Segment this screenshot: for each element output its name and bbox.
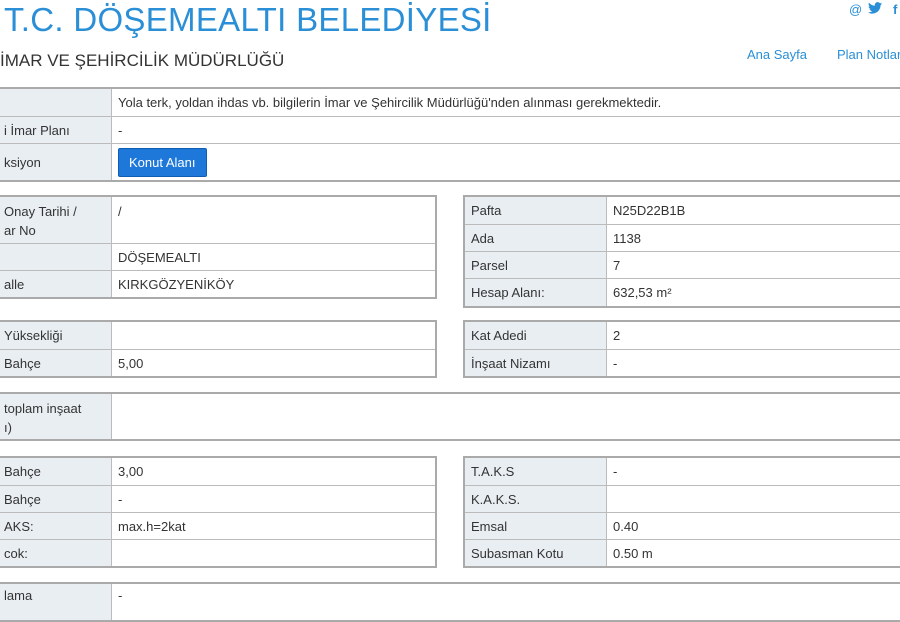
- parcel-value: 7: [613, 257, 621, 273]
- district-value: DÖŞEMEALTI: [118, 249, 201, 265]
- label-line-2: ı): [4, 420, 12, 435]
- road-notice-text: Yola terk, yoldan ihdas vb. bilgilerin İ…: [118, 95, 662, 110]
- row-value: Konut Alanı: [112, 144, 900, 180]
- row-label: K.A.K.S.: [465, 486, 607, 512]
- setback-table: Bahçe 3,00 Bahçe - AKS: max.h=2kat cok:: [0, 456, 437, 568]
- row-label: [0, 89, 112, 116]
- basement-level-value: 0.50 m: [613, 545, 653, 561]
- twitter-icon[interactable]: [868, 2, 882, 17]
- row-label: i İmar Planı: [0, 117, 112, 143]
- row-value: -: [118, 491, 123, 507]
- height-table: Yüksekliği Bahçe 5,00: [0, 320, 437, 378]
- row-value: -: [118, 588, 123, 603]
- zoning-function-button[interactable]: Konut Alanı: [118, 147, 207, 177]
- row-label: Bahçe: [0, 458, 112, 485]
- sheet-value: N25D22B1B: [613, 203, 686, 218]
- notes-table: lama -: [0, 582, 900, 622]
- row-label: Bahçe: [0, 486, 112, 512]
- table-row: Emsal 0.40: [465, 512, 900, 539]
- label-line-2: ar No: [4, 223, 36, 238]
- table-row: Hesap Alanı: 632,53 m²: [465, 278, 900, 306]
- nav-home-link[interactable]: Ana Sayfa: [747, 47, 807, 62]
- row-label: Hesap Alanı:: [465, 279, 607, 306]
- table-row: lama -: [0, 584, 900, 620]
- building-order-value: -: [613, 355, 618, 371]
- table-row: Bahçe 5,00: [0, 349, 435, 376]
- parcel-location-table: Onay Tarihi / ar No / DÖŞEMEALTI alle KI…: [0, 195, 437, 299]
- table-row: Ada 1138: [465, 224, 900, 251]
- total-construction-table: toplam inşaat ı): [0, 392, 900, 441]
- row-label: toplam inşaat ı): [0, 394, 112, 439]
- table-row: Yola terk, yoldan ihdas vb. bilgilerin İ…: [0, 89, 900, 116]
- row-label: T.A.K.S: [465, 458, 607, 485]
- row-label: lama: [0, 584, 112, 620]
- facebook-icon[interactable]: f: [893, 2, 897, 17]
- row-value: max.h=2kat: [118, 518, 186, 534]
- table-row: ksiyon Konut Alanı: [0, 143, 900, 180]
- parcel-id-table: Pafta N25D22B1B Ada 1138 Parsel 7 Hesap …: [463, 195, 900, 308]
- table-row: alle KIRKGÖZYENİKÖY: [0, 270, 435, 297]
- row-label: Pafta: [465, 197, 607, 224]
- row-label: Parsel: [465, 252, 607, 278]
- row-value: [112, 394, 900, 439]
- table-row: T.A.K.S -: [465, 458, 900, 485]
- emsal-value: 0.40: [613, 518, 639, 534]
- nav-plan-notes-link[interactable]: Plan Notları: [837, 47, 900, 62]
- neighborhood-value: KIRKGÖZYENİKÖY: [118, 276, 235, 292]
- taks-value: -: [613, 464, 618, 479]
- table-row: Bahçe 3,00: [0, 458, 435, 485]
- row-label: Bahçe: [0, 350, 112, 376]
- row-label: Subasman Kotu: [465, 540, 607, 566]
- table-row: i İmar Planı -: [0, 116, 900, 143]
- department-subtitle: İMAR VE ŞEHİRCİLİK MÜDÜRLÜĞÜ: [0, 51, 285, 70]
- table-row: cok:: [0, 539, 435, 566]
- row-label: Ada: [465, 225, 607, 251]
- table-row: Parsel 7: [465, 251, 900, 278]
- table-row: Pafta N25D22B1B: [465, 197, 900, 224]
- row-label: alle: [0, 271, 112, 297]
- row-value: 5,00: [118, 355, 144, 371]
- area-value: 632,53 m²: [613, 285, 672, 300]
- table-row: Subasman Kotu 0.50 m: [465, 539, 900, 566]
- table-row: İnşaat Nizamı -: [465, 349, 900, 376]
- table-row: DÖŞEMEALTI: [0, 243, 435, 270]
- row-label: AKS:: [0, 513, 112, 539]
- row-label: Kat Adedi: [465, 322, 607, 349]
- table-row: Yüksekliği: [0, 322, 435, 349]
- email-icon[interactable]: @: [849, 2, 862, 17]
- row-label: cok:: [0, 540, 112, 566]
- row-value: 3,00: [118, 464, 144, 479]
- floor-table: Kat Adedi 2 İnşaat Nizamı -: [463, 320, 900, 378]
- row-label: Emsal: [465, 513, 607, 539]
- row-label: İnşaat Nizamı: [465, 350, 607, 376]
- kaks-value: [607, 486, 900, 512]
- label-line-1: toplam inşaat: [4, 401, 82, 416]
- block-value: 1138: [613, 230, 641, 246]
- page-title: T.C. DÖŞEMEALTI BELEDİYESİ: [4, 1, 492, 38]
- row-label: ksiyon: [0, 144, 112, 180]
- row-label: Yüksekliği: [0, 322, 112, 349]
- label-line-1: Onay Tarihi /: [4, 204, 77, 219]
- row-value: -: [118, 122, 123, 138]
- floor-count-value: 2: [613, 328, 621, 343]
- table-row: toplam inşaat ı): [0, 394, 900, 439]
- table-row: K.A.K.S.: [465, 485, 900, 512]
- row-value: [112, 322, 435, 349]
- info-table: Yola terk, yoldan ihdas vb. bilgilerin İ…: [0, 87, 900, 182]
- table-row: AKS: max.h=2kat: [0, 512, 435, 539]
- table-row: Kat Adedi 2: [465, 322, 900, 349]
- table-row: Bahçe -: [0, 485, 435, 512]
- row-label: [0, 244, 112, 270]
- ratio-table: T.A.K.S - K.A.K.S. Emsal 0.40 Subasman K…: [463, 456, 900, 568]
- row-value: [112, 540, 435, 566]
- row-value: /: [118, 204, 122, 219]
- table-row: Onay Tarihi / ar No /: [0, 197, 435, 243]
- row-label: Onay Tarihi / ar No: [0, 197, 112, 243]
